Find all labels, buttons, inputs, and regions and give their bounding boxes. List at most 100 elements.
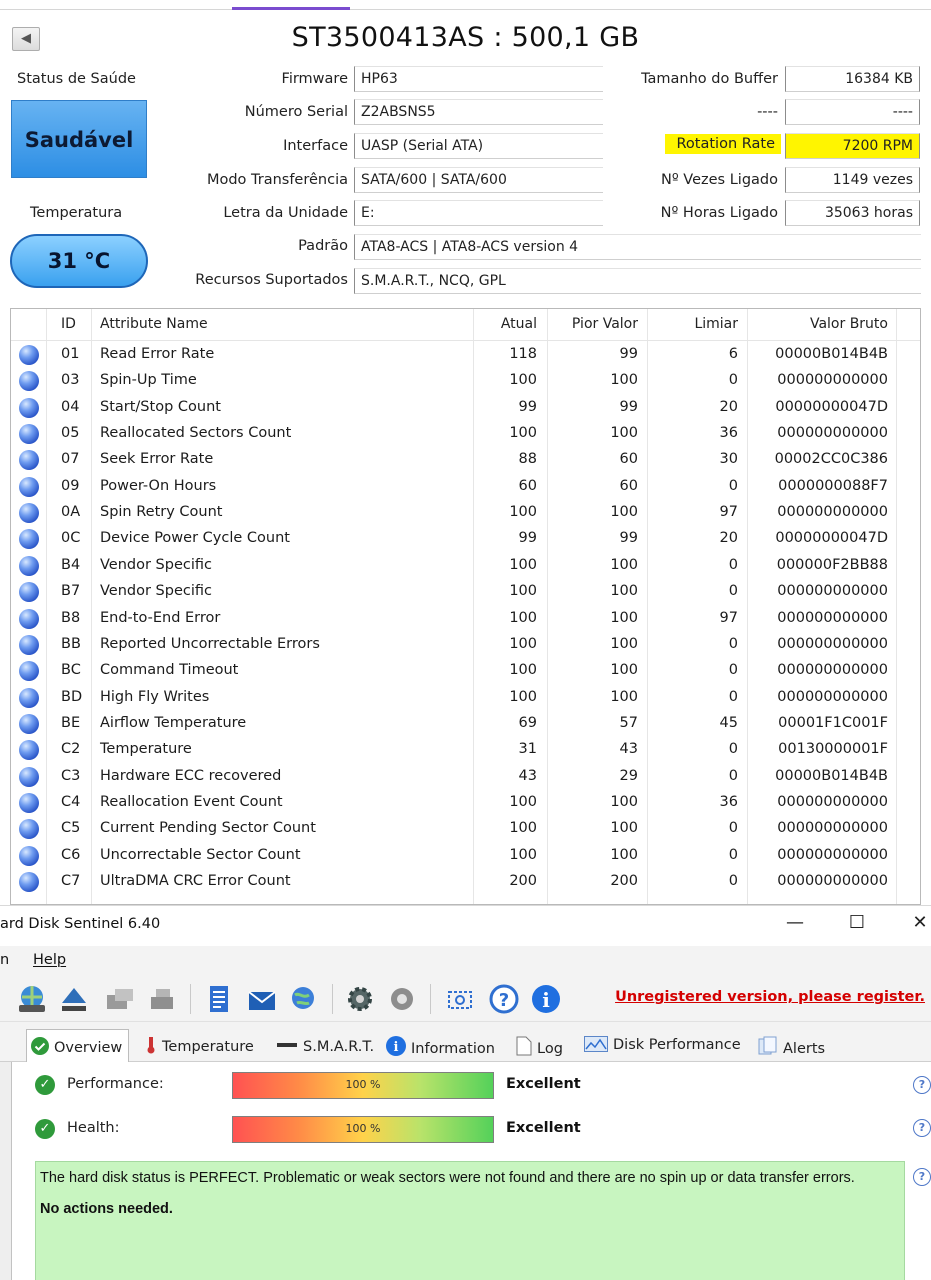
health-help-icon[interactable]: ? [913, 1119, 931, 1137]
header-attribute-name[interactable]: Attribute Name [100, 316, 208, 332]
table-row[interactable]: B4 Vendor Specific 100 100 0 000000F2BB88 [11, 553, 920, 579]
attribute-raw-value: 0000000088F7 [778, 477, 888, 494]
network-globe-icon[interactable] [288, 983, 320, 1015]
table-row[interactable]: C2 Temperature 31 43 0 00130000001F [11, 737, 920, 763]
table-row[interactable]: 03 Spin-Up Time 100 100 0 000000000000 [11, 368, 920, 394]
attribute-name: Command Timeout [100, 662, 239, 679]
unregistered-link[interactable]: Unregistered version, please register. [615, 989, 925, 1005]
transfer-mode-field: SATA/600 | SATA/600 [354, 167, 603, 193]
attribute-worst: 200 [610, 873, 638, 889]
temperature-badge[interactable]: 31 °C [10, 234, 148, 288]
attribute-threshold: 0 [728, 767, 738, 784]
table-row[interactable]: C7 UltraDMA CRC Error Count 200 200 0 0000000… [11, 869, 920, 895]
maximize-icon[interactable]: ☐ [842, 912, 872, 933]
tab-disk-performance[interactable]: Disk Performance [580, 1029, 747, 1062]
disk-globe-icon[interactable] [16, 983, 48, 1015]
attribute-worst: 99 [619, 530, 638, 547]
minimize-icon[interactable]: — [780, 912, 810, 933]
attribute-current: 100 [509, 556, 537, 573]
header-worst[interactable]: Pior Valor [547, 316, 638, 332]
status-description-box[interactable]: The hard disk status is PERFECT. Problem… [35, 1161, 905, 1280]
email-icon[interactable] [246, 983, 278, 1015]
status-dot-icon [19, 371, 39, 392]
attribute-current: 88 [518, 451, 537, 468]
health-status-badge[interactable]: Saudável [11, 100, 147, 178]
attribute-worst: 60 [619, 477, 638, 494]
table-row[interactable]: BD High Fly Writes 100 100 0 000000000000 [11, 685, 920, 711]
table-row[interactable]: 01 Read Error Rate 118 99 6 00000B014B4B [11, 342, 920, 368]
tab-smart[interactable]: S.M.A.R.T. [272, 1029, 380, 1062]
camera-icon[interactable] [444, 983, 476, 1015]
attribute-current: 99 [518, 530, 537, 547]
attribute-worst: 100 [610, 688, 638, 705]
table-row[interactable]: 0C Device Power Cycle Count 99 99 20 00000000… [11, 526, 920, 552]
help-icon[interactable]: ? [488, 983, 520, 1015]
table-row[interactable]: 09 Power-On Hours 60 60 0 0000000088F7 [11, 474, 920, 500]
drive-tab-strip[interactable] [0, 0, 931, 10]
attribute-name: Read Error Rate [100, 346, 215, 362]
attribute-threshold: 0 [728, 846, 738, 863]
info-icon[interactable]: i [530, 983, 562, 1015]
tab-overview[interactable]: Overview [26, 1029, 130, 1062]
toolbar-separator [332, 984, 333, 1014]
table-row[interactable]: C6 Uncorrectable Sector Count 100 100 0 00000… [11, 843, 920, 869]
header-raw-value[interactable]: Valor Bruto [747, 316, 888, 332]
attribute-worst: 57 [619, 714, 638, 731]
attribute-current: 100 [509, 425, 537, 442]
table-row[interactable]: 07 Seek Error Rate 88 60 30 00002CC0C386 [11, 447, 920, 473]
table-row[interactable]: 0A Spin Retry Count 100 100 97 000000000000 [11, 500, 920, 526]
table-row[interactable]: 05 Reallocated Sectors Count 100 100 36 00000… [11, 421, 920, 447]
table-row[interactable]: C5 Current Pending Sector Count 100 100 0 000… [11, 816, 920, 842]
header-current[interactable]: Atual [473, 316, 537, 332]
performance-help-icon[interactable]: ? [913, 1076, 931, 1094]
header-id[interactable]: ID [61, 316, 76, 332]
thermometer-icon [145, 1036, 157, 1058]
menu-item-partial[interactable]: n [0, 952, 9, 968]
table-row[interactable]: B7 Vendor Specific 100 100 0 000000000000 [11, 579, 920, 605]
drives-icon[interactable] [104, 983, 136, 1015]
attribute-name: End-to-End Error [100, 609, 221, 626]
tab-log[interactable]: Log [512, 1029, 569, 1062]
attribute-id: 01 [61, 346, 80, 362]
menu-item-help[interactable]: Help [33, 952, 66, 968]
title-bar[interactable]: ard Disk Sentinel 6.40 — ☐ ✕ [0, 906, 931, 946]
table-row[interactable]: C4 Reallocation Event Count 100 100 36 000000… [11, 790, 920, 816]
attribute-id: B8 [61, 609, 81, 626]
status-dot-icon [19, 792, 39, 813]
table-row[interactable]: 04 Start/Stop Count 99 99 20 00000000047D [11, 395, 920, 421]
table-row[interactable]: BB Reported Uncorrectable Errors 100 100 0 00… [11, 632, 920, 658]
tab-alerts[interactable]: Alerts [754, 1029, 831, 1062]
status-dot-icon [19, 661, 39, 682]
power-on-count-label: Nº Vezes Ligado [661, 172, 778, 188]
attribute-raw-value: 00130000001F [778, 741, 888, 758]
report-icon[interactable] [203, 983, 235, 1015]
table-row[interactable]: BE Airflow Temperature 69 57 45 00001F1C001F [11, 711, 920, 737]
interface-label: Interface [283, 138, 348, 154]
smart-attributes-table[interactable]: ID Attribute Name Atual Pior Valor Limia… [10, 308, 921, 905]
tab-temperature[interactable]: Temperature [141, 1029, 260, 1062]
attribute-current: 100 [509, 609, 537, 626]
attribute-current: 118 [509, 346, 537, 362]
tools-icon[interactable] [386, 983, 418, 1015]
tab-information[interactable]: i Information [382, 1029, 501, 1062]
eject-icon[interactable] [58, 983, 90, 1015]
close-icon[interactable]: ✕ [905, 912, 931, 933]
features-field: S.M.A.R.T., NCQ, GPL [354, 268, 921, 294]
attribute-raw-value: 000000000000 [777, 873, 888, 889]
standard-label: Padrão [298, 238, 348, 254]
table-row[interactable]: C3 Hardware ECC recovered 43 29 0 00000B014B4… [11, 764, 920, 790]
attribute-raw-value: 000000000000 [777, 820, 888, 837]
table-row[interactable]: B8 End-to-End Error 100 100 97 000000000000 [11, 606, 920, 632]
transfer-mode-label: Modo Transferência [206, 172, 348, 188]
attribute-name: Spin Retry Count [100, 504, 223, 521]
header-threshold[interactable]: Limiar [647, 316, 738, 332]
attribute-raw-value: 00001F1C001F [778, 714, 888, 731]
status-dot-icon [19, 713, 39, 734]
table-row[interactable]: BC Command Timeout 100 100 0 000000000000 [11, 658, 920, 684]
attribute-name: Temperature [100, 741, 192, 758]
drive-stack-icon[interactable] [146, 983, 178, 1015]
attribute-current: 100 [509, 372, 537, 389]
gear-icon[interactable] [344, 983, 376, 1015]
status-help-icon[interactable]: ? [913, 1168, 931, 1186]
buffer-size-field: 16384 KB [785, 66, 920, 92]
